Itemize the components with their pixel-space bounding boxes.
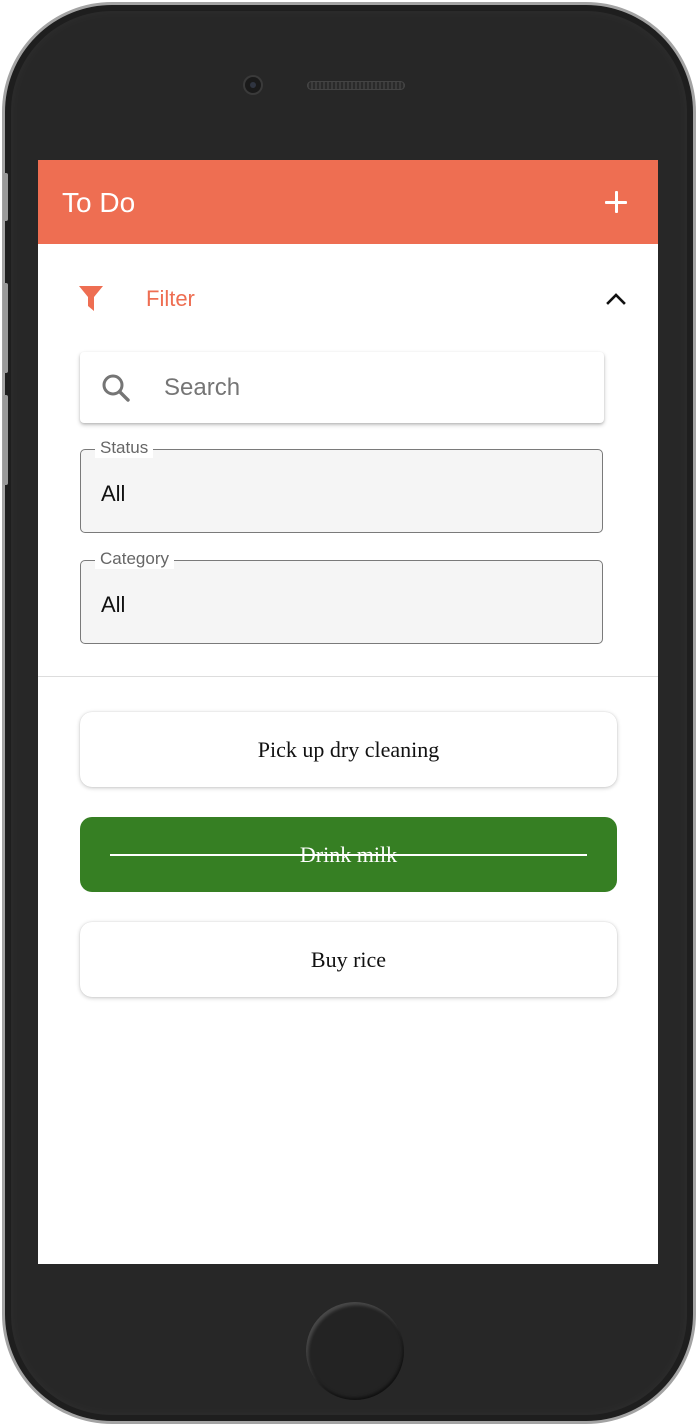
todo-item-text: Buy rice xyxy=(310,947,387,972)
funnel-icon xyxy=(79,286,103,311)
app-title: To Do xyxy=(62,187,136,218)
add-todo-button[interactable] xyxy=(596,182,636,222)
volume-up-button xyxy=(3,283,8,373)
filter-label: Filter xyxy=(146,286,195,311)
todo-item-text: Drink milk xyxy=(299,842,398,867)
search-icon xyxy=(102,374,130,402)
category-select[interactable]: Category All xyxy=(80,549,603,644)
filter-toggle[interactable]: Filter xyxy=(38,268,658,328)
earpiece-speaker xyxy=(307,81,405,90)
app-bar: To Do xyxy=(38,160,658,244)
section-divider xyxy=(38,676,658,677)
category-select-value: All xyxy=(101,592,126,617)
status-select-value: All xyxy=(101,481,126,506)
search-box xyxy=(80,352,604,423)
todo-item[interactable]: Pick up dry cleaning xyxy=(80,712,617,787)
todo-item-completed[interactable]: Drink milk xyxy=(80,817,617,892)
category-select-label: Category xyxy=(95,549,174,569)
todo-item[interactable]: Buy rice xyxy=(80,922,617,997)
status-select[interactable]: Status All xyxy=(80,438,603,533)
todo-item-text: Pick up dry cleaning xyxy=(257,737,440,762)
mute-switch xyxy=(3,173,8,221)
volume-down-button xyxy=(3,395,8,485)
front-camera xyxy=(245,77,261,93)
chevron-up-icon xyxy=(606,293,626,305)
app-screen: To Do Filter Status All Category All Pic… xyxy=(38,160,658,1264)
home-button[interactable] xyxy=(306,1302,404,1400)
status-select-label: Status xyxy=(95,438,154,458)
search-input[interactable] xyxy=(164,366,584,410)
